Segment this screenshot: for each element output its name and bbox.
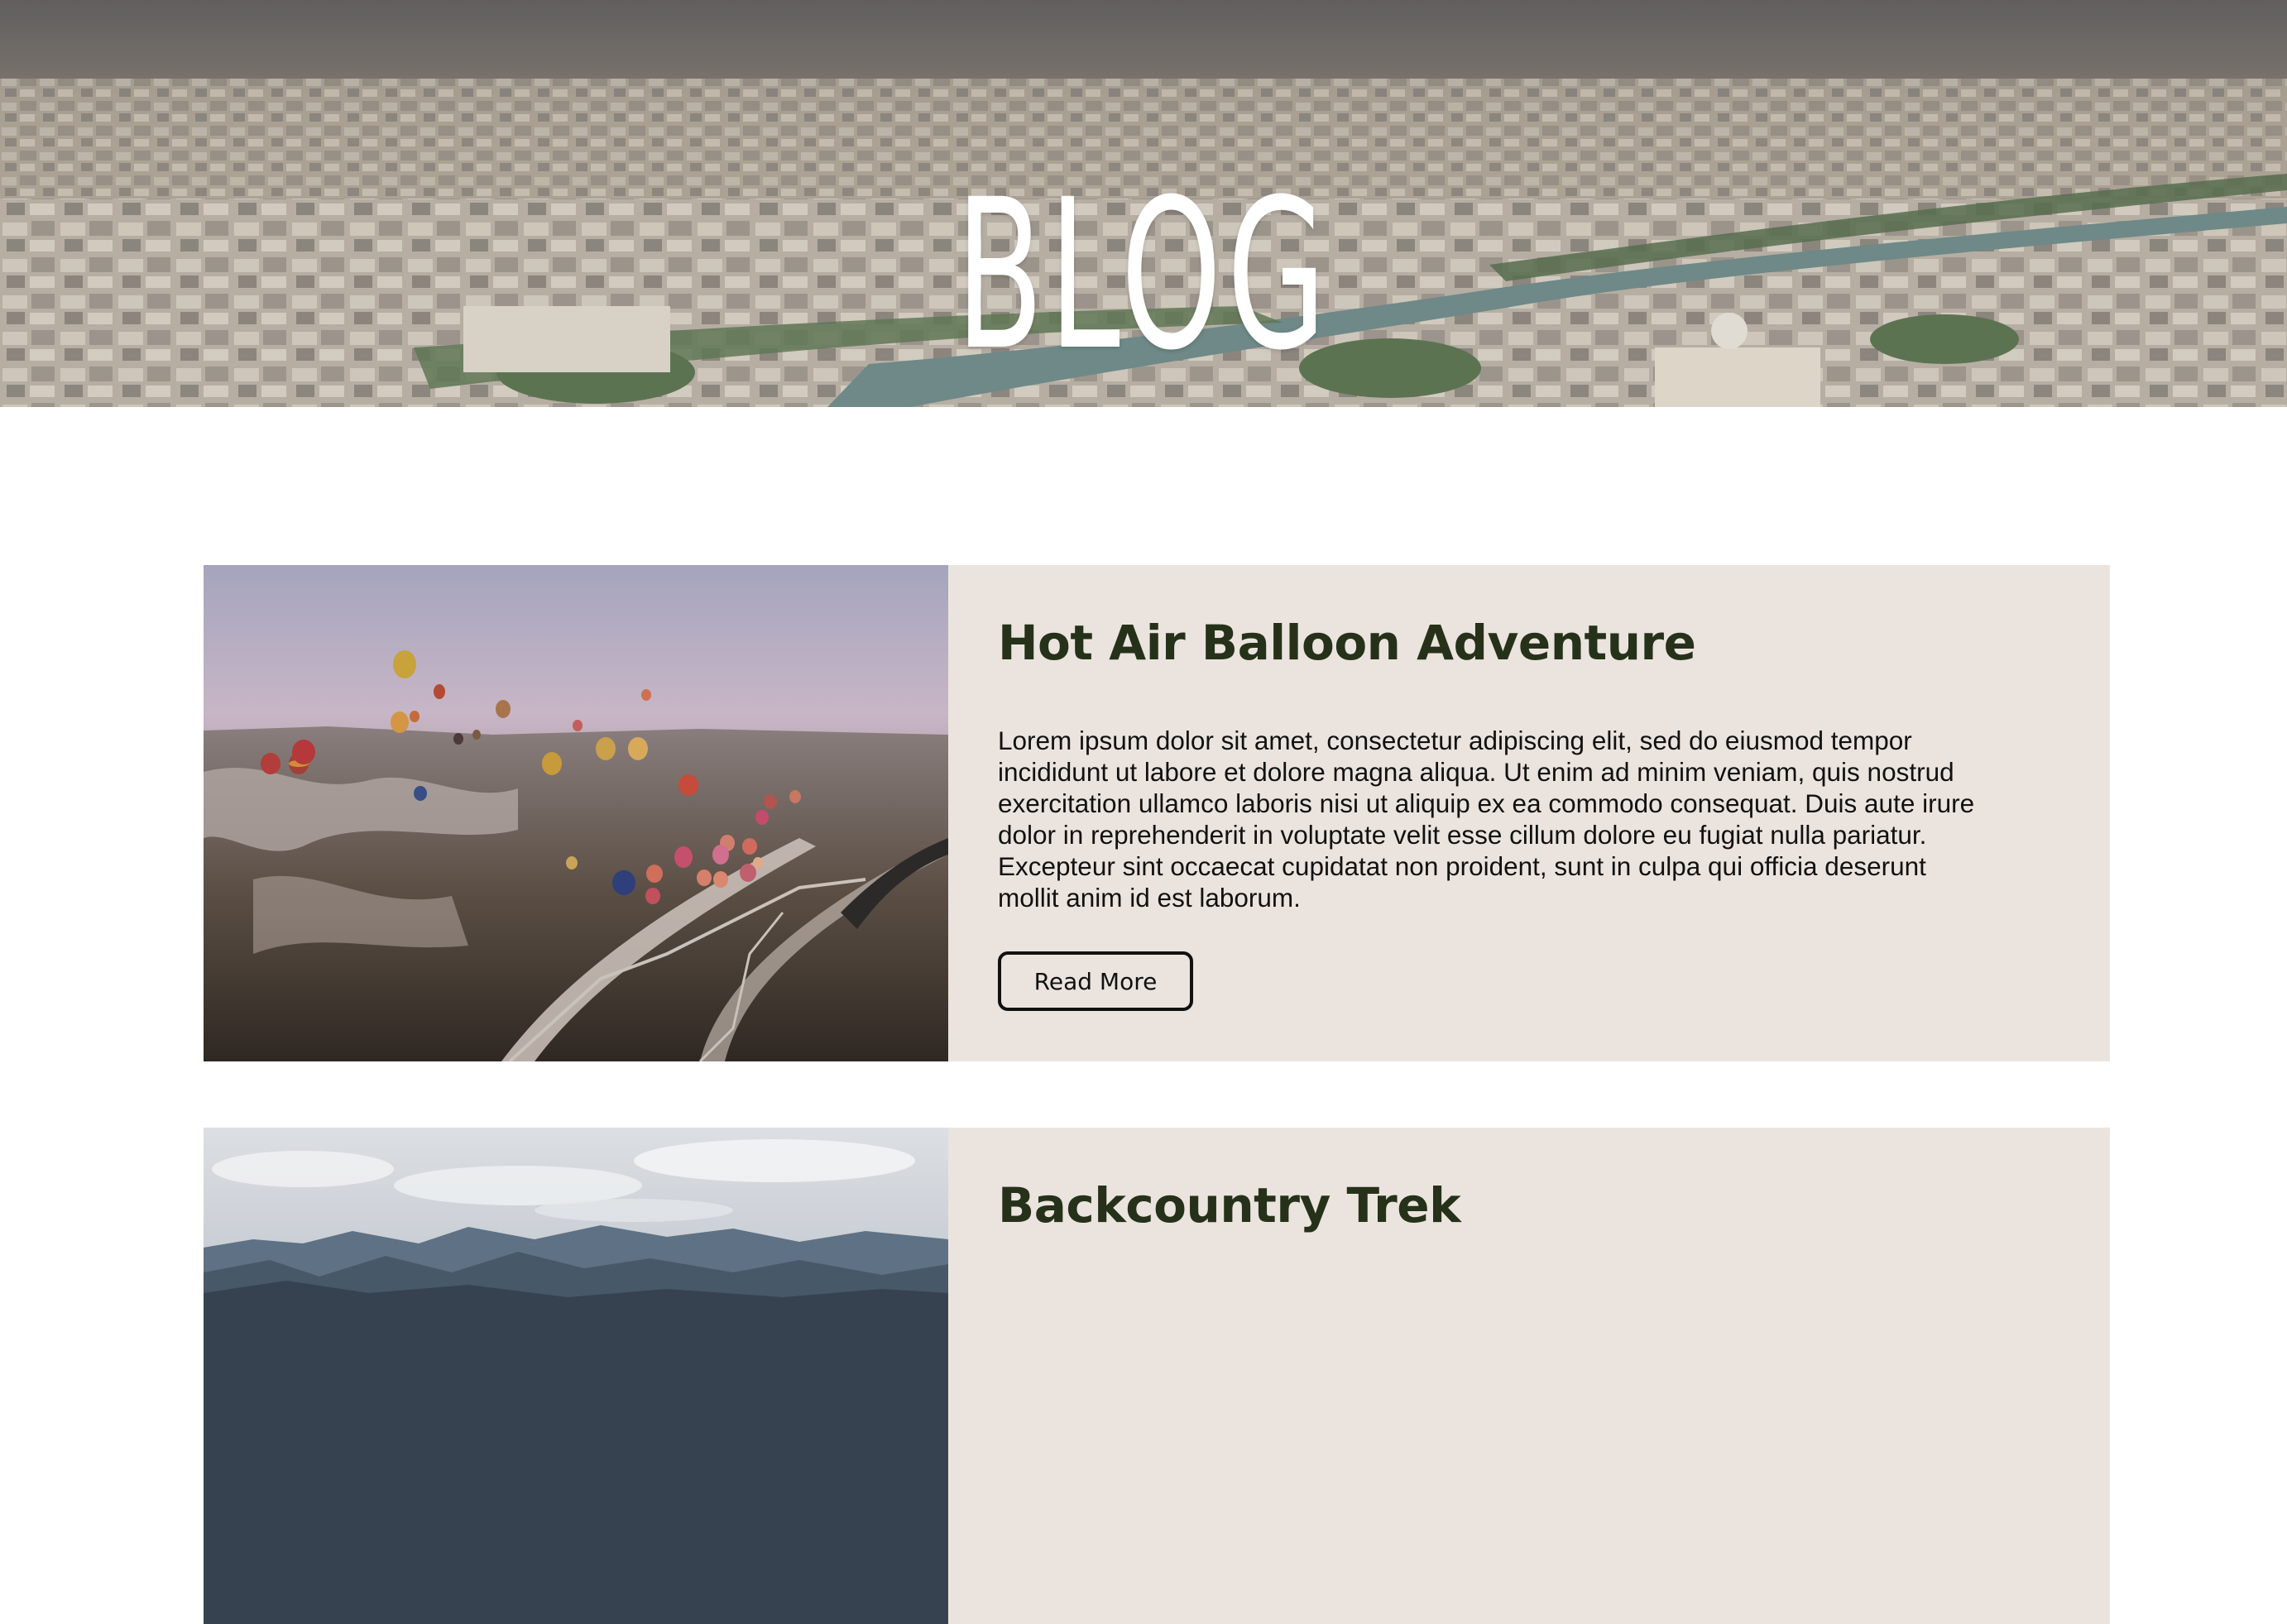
blog-post-card: Backcountry Trek — [204, 1128, 2110, 1624]
page-title: BLOG — [955, 154, 1332, 395]
post-title: Hot Air Balloon Adventure — [998, 615, 1696, 671]
post-excerpt: Lorem ipsum dolor sit amet, consectetur … — [998, 726, 1975, 913]
read-more-button[interactable]: Read More — [998, 951, 1193, 1011]
hero-banner: BLOG — [0, 0, 2287, 407]
post-image-mountains — [204, 1128, 948, 1624]
post-title: Backcountry Trek — [998, 1177, 1461, 1234]
blog-post-card: Hot Air Balloon Adventure Lorem ipsum do… — [204, 565, 2110, 1061]
post-image-balloons — [204, 565, 948, 1061]
